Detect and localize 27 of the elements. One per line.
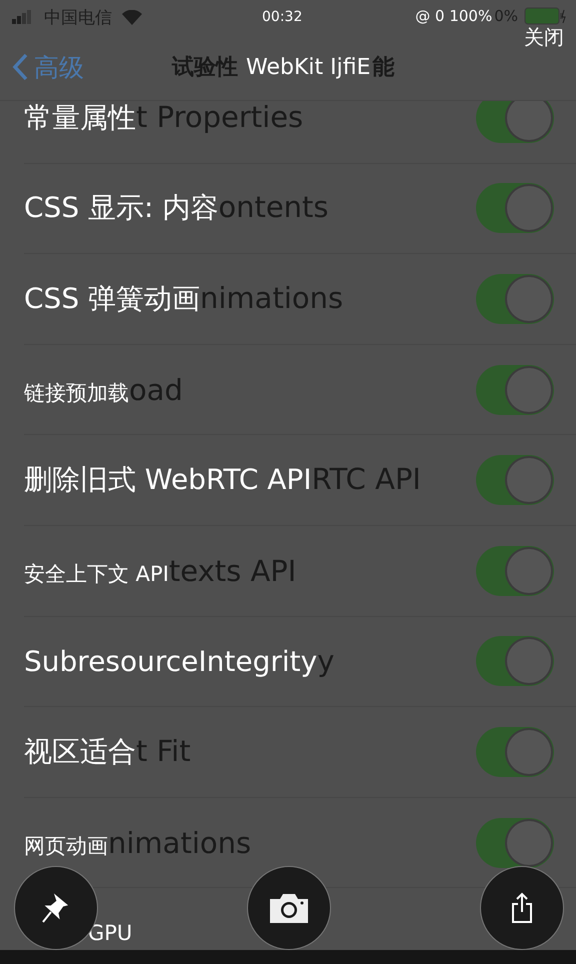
translated-label: CSS 弹簧动画 (24, 280, 200, 317)
translated-label: 删除旧式 WebRTC API (24, 462, 312, 498)
chevron-icon (12, 53, 28, 81)
translated-label: 视区适合 (24, 734, 136, 770)
toggle-switch[interactable] (476, 818, 554, 868)
close-button[interactable]: 关闭 (524, 24, 564, 51)
toggle-switch[interactable] (476, 546, 554, 596)
toggle-switch[interactable] (476, 101, 554, 143)
clock-time: 00:32 (262, 9, 302, 25)
title-translation: WebKit IjfiE (246, 55, 370, 80)
translated-label: SubresourceIntegrity (24, 645, 318, 678)
battery-reading: @ 0 100% (415, 7, 492, 25)
battery-icon (524, 7, 566, 25)
pin-icon (41, 891, 71, 925)
translated-label: CSS 显示: 内容 (24, 190, 218, 226)
toggle-switch[interactable] (476, 636, 554, 686)
toggle-switch[interactable] (476, 274, 554, 324)
wifi-icon (122, 10, 142, 24)
toggle-switch[interactable] (476, 364, 554, 415)
translated-label: 安全上下文 API (24, 560, 169, 588)
share-icon (510, 892, 534, 924)
translated-label: 常量属性 (24, 101, 136, 136)
translated-label: 网页动画 (24, 832, 108, 860)
toggle-switch[interactable] (476, 455, 554, 506)
camera-icon (268, 891, 310, 925)
translated-label: 链接预加载 (24, 380, 129, 407)
toggle-switch[interactable] (476, 183, 554, 234)
